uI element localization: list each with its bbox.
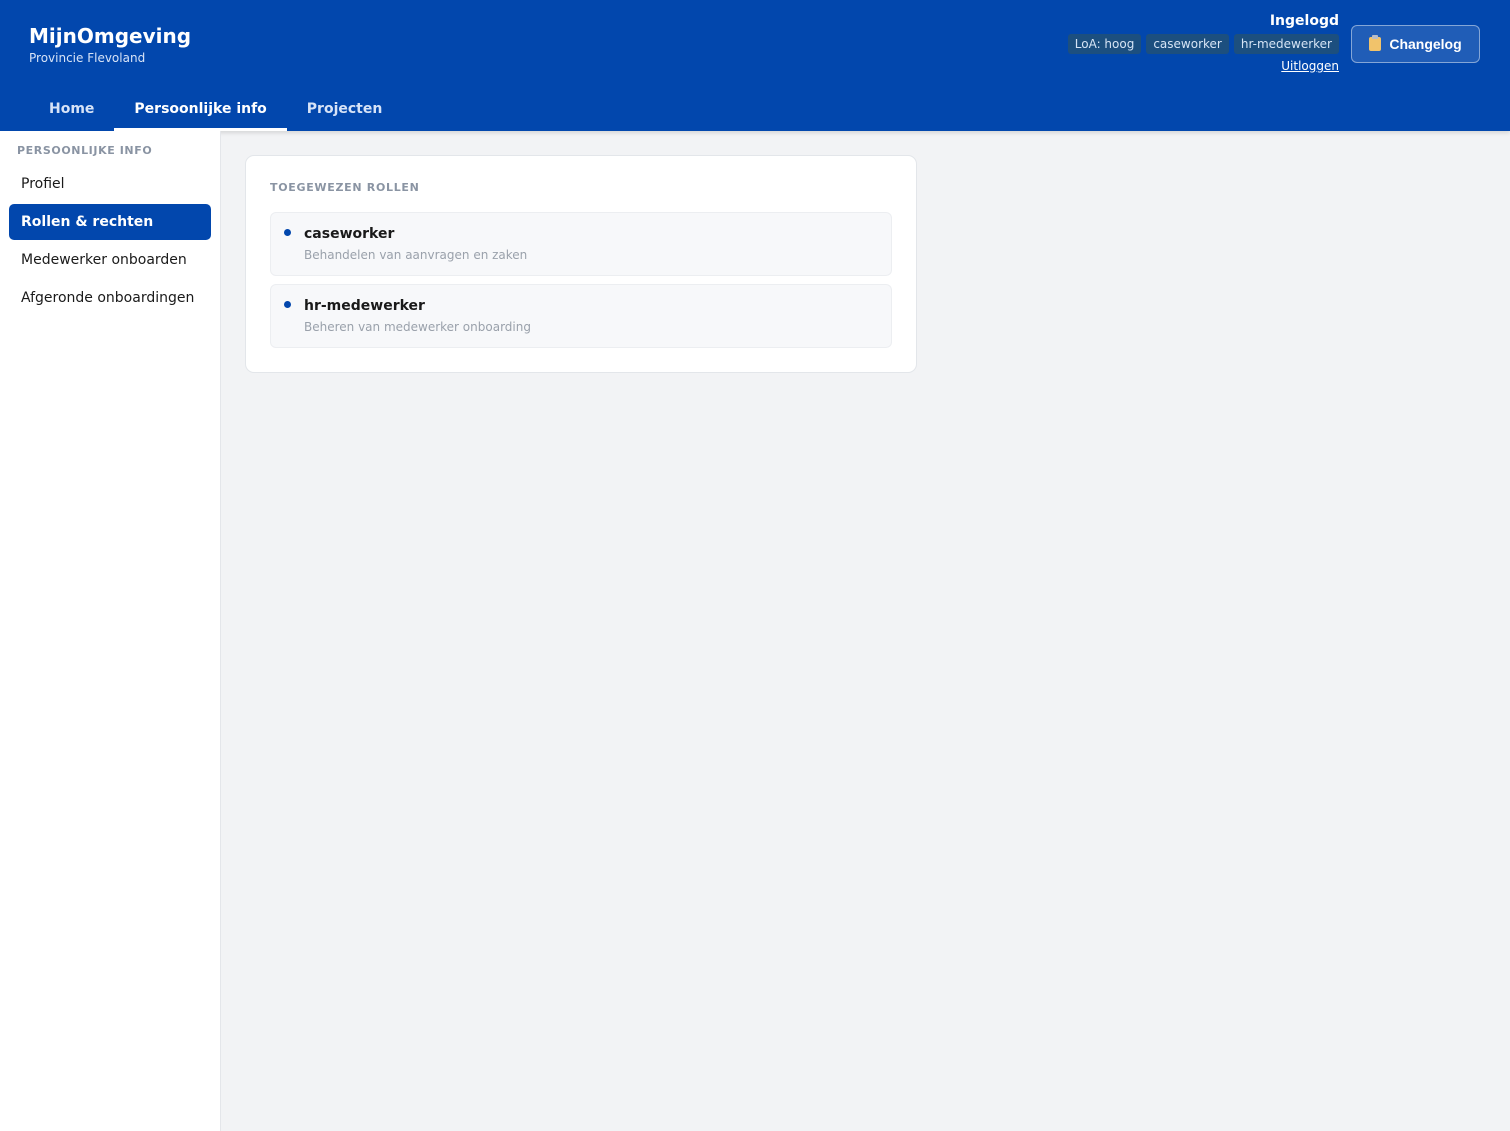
brand: MijnOmgeving Provincie Flevoland <box>29 24 191 66</box>
bullet-dot-icon <box>284 229 291 236</box>
app-title[interactable]: MijnOmgeving <box>29 24 191 48</box>
roles-card-heading: TOEGEWEZEN ROLLEN <box>270 181 420 194</box>
tab-projecten[interactable]: Projecten <box>287 87 403 131</box>
sidebar-item-medewerker-onboarden[interactable]: Medewerker onboarden <box>9 242 211 278</box>
role-description: Behandelen van aanvragen en zaken <box>304 248 528 262</box>
role-description: Beheren van medewerker onboarding <box>304 320 531 334</box>
role-badge-caseworker: caseworker <box>1146 34 1229 54</box>
user-info: Ingelogd LoA: hoog caseworker hr-medewer… <box>1067 12 1339 74</box>
role-item: caseworker Behandelen van aanvragen en z… <box>270 212 892 276</box>
changelog-label: Changelog <box>1389 36 1462 52</box>
sidebar-item-profiel[interactable]: Profiel <box>9 166 211 202</box>
sidebar-heading: PERSOONLIJKE INFO <box>17 144 153 157</box>
roles-card: TOEGEWEZEN ROLLEN caseworker Behandelen … <box>245 155 917 373</box>
role-name: caseworker <box>304 226 395 242</box>
sidebar: PERSOONLIJKE INFO Profiel Rollen & recht… <box>0 131 221 1131</box>
sidebar-list: Profiel Rollen & rechten Medewerker onbo… <box>0 166 220 316</box>
role-item: hr-medewerker Beheren van medewerker onb… <box>270 284 892 348</box>
main-tabs: Home Persoonlijke info Projecten <box>29 87 402 131</box>
bullet-dot-icon <box>284 301 291 308</box>
top-header: MijnOmgeving Provincie Flevoland Ingelog… <box>0 0 1510 131</box>
sidebar-item-afgeronde-onboardingen[interactable]: Afgeronde onboardingen <box>9 280 211 316</box>
tab-persoonlijke-info[interactable]: Persoonlijke info <box>114 87 288 131</box>
loa-badge: LoA: hoog <box>1067 34 1142 54</box>
logout-link[interactable]: Uitloggen <box>1281 59 1339 73</box>
app-subtitle: Provincie Flevoland <box>29 51 146 65</box>
login-status: Ingelogd <box>1269 13 1339 29</box>
user-badges: LoA: hoog caseworker hr-medewerker <box>1067 34 1339 54</box>
tab-home[interactable]: Home <box>29 87 114 131</box>
role-badge-hr-medewerker: hr-medewerker <box>1233 34 1339 54</box>
role-name: hr-medewerker <box>304 298 425 314</box>
changelog-button[interactable]: Changelog <box>1351 25 1480 63</box>
sidebar-item-rollen-rechten[interactable]: Rollen & rechten <box>9 204 211 240</box>
clipboard-icon <box>1369 35 1382 51</box>
